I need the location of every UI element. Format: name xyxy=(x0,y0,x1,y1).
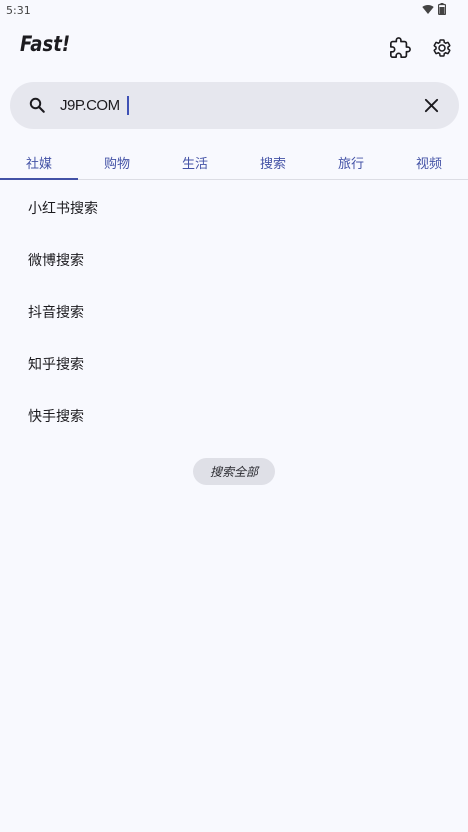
tab-label: 购物 xyxy=(103,157,130,172)
list-item-label: 小红书搜索 xyxy=(28,201,98,217)
tab-social[interactable]: 社媒 xyxy=(0,142,78,180)
tab-search[interactable]: 搜索 xyxy=(234,142,312,179)
category-tabs: 社媒 购物 生活 搜索 旅行 视频 xyxy=(0,142,468,180)
text-caret xyxy=(127,96,129,115)
app-bar: Fast! xyxy=(0,22,468,74)
list-item-label: 抖音搜索 xyxy=(28,305,84,321)
list-item-douyin[interactable]: 抖音搜索 xyxy=(0,286,468,338)
extension-button[interactable] xyxy=(388,36,412,60)
search-bar[interactable] xyxy=(10,82,459,129)
wifi-icon xyxy=(422,4,434,14)
list-item-kuaishou[interactable]: 快手搜索 xyxy=(0,390,468,442)
search-icon xyxy=(29,97,45,113)
tab-life[interactable]: 生活 xyxy=(156,142,234,179)
tab-label: 社媒 xyxy=(25,157,52,172)
extension-icon xyxy=(390,37,411,58)
list-item-label: 微博搜索 xyxy=(28,253,84,269)
search-input[interactable] xyxy=(60,92,390,118)
list-item-label: 知乎搜索 xyxy=(28,357,84,373)
close-icon[interactable] xyxy=(423,97,440,114)
tab-selected-indicator xyxy=(0,178,78,180)
search-all-button[interactable]: 搜索全部 xyxy=(193,458,275,485)
settings-button[interactable] xyxy=(430,36,454,60)
battery-icon xyxy=(438,3,446,15)
list-item-weibo[interactable]: 微博搜索 xyxy=(0,234,468,286)
tab-video[interactable]: 视频 xyxy=(390,142,468,179)
tab-label: 搜索 xyxy=(259,157,286,172)
tab-label: 旅行 xyxy=(337,157,364,172)
list-item-xiaohongshu[interactable]: 小红书搜索 xyxy=(0,182,468,234)
tab-shopping[interactable]: 购物 xyxy=(78,142,156,179)
app-screen: 5:31 Fast! J9P.COM 社媒 购物 生活 搜索 旅行 视频 小红书… xyxy=(0,0,468,832)
tab-label: 视频 xyxy=(415,157,442,172)
app-title: Fast! xyxy=(20,32,71,56)
tab-label: 生活 xyxy=(181,157,208,172)
status-icons xyxy=(422,3,446,15)
status-bar: 5:31 xyxy=(0,0,468,22)
tab-travel[interactable]: 旅行 xyxy=(312,142,390,179)
list-item-zhihu[interactable]: 知乎搜索 xyxy=(0,338,468,390)
gear-icon xyxy=(433,39,451,57)
list-item-label: 快手搜索 xyxy=(28,409,84,425)
search-engine-list: 小红书搜索 微博搜索 抖音搜索 知乎搜索 快手搜索 xyxy=(0,182,468,442)
status-time: 5:31 xyxy=(6,4,31,17)
